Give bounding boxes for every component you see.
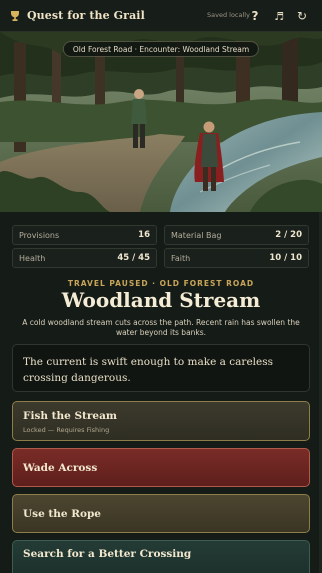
stat-label: Faith xyxy=(171,253,191,263)
stat-material-bag: Material Bag 2 / 20 xyxy=(164,225,309,245)
choice-wade-across-button[interactable]: Wade Across xyxy=(12,448,310,487)
choice-use-rope-button[interactable]: Use the Rope xyxy=(12,494,310,533)
choice-title: Wade Across xyxy=(23,461,98,474)
encounter-kicker: TRAVEL PAUSED · OLD FOREST ROAD xyxy=(67,279,255,288)
stat-label: Health xyxy=(19,253,46,263)
stat-health: Health 45 / 45 xyxy=(12,248,157,268)
help-icon[interactable]: ? xyxy=(246,7,264,25)
choice-fish-stream-button[interactable]: Fish the Stream Locked — Requires Fishin… xyxy=(12,401,310,441)
stat-label: Provisions xyxy=(19,230,60,240)
choice-search-crossing-button[interactable]: Search for a Better Crossing xyxy=(12,540,310,573)
stat-value: 16 xyxy=(138,230,150,240)
choice-title: Search for a Better Crossing xyxy=(23,548,192,560)
stat-provisions: Provisions 16 xyxy=(12,225,157,245)
save-status: Saved locally xyxy=(207,11,250,19)
stat-label: Material Bag xyxy=(171,230,222,240)
restart-icon[interactable]: ↻ xyxy=(293,7,311,25)
scene-illustration: Old Forest Road · Encounter: Woodland St… xyxy=(0,32,322,212)
choice-lock-note: Locked — Requires Fishing xyxy=(23,426,110,434)
stat-value: 45 / 45 xyxy=(117,253,150,263)
stat-faith: Faith 10 / 10 xyxy=(164,248,309,268)
encounter-description: A cold woodland stream cuts across the p… xyxy=(22,318,300,337)
choice-title: Use the Rope xyxy=(23,507,101,520)
choice-title: Fish the Stream xyxy=(23,410,118,422)
music-icon[interactable]: ♬ xyxy=(270,7,288,25)
narrative-box: The current is swift enough to make a ca… xyxy=(12,344,310,392)
stat-value: 2 / 20 xyxy=(275,230,302,240)
stat-value: 10 / 10 xyxy=(269,253,302,263)
forest-stream-illustration xyxy=(0,32,322,212)
top-bar: Quest for the Grail Saved locally ? ♬ ↻ xyxy=(0,0,322,32)
grail-icon xyxy=(8,9,22,23)
app-title: Quest for the Grail xyxy=(27,9,145,22)
encounter-title: Woodland Stream xyxy=(61,288,261,312)
location-badge: Old Forest Road · Encounter: Woodland St… xyxy=(62,41,260,57)
